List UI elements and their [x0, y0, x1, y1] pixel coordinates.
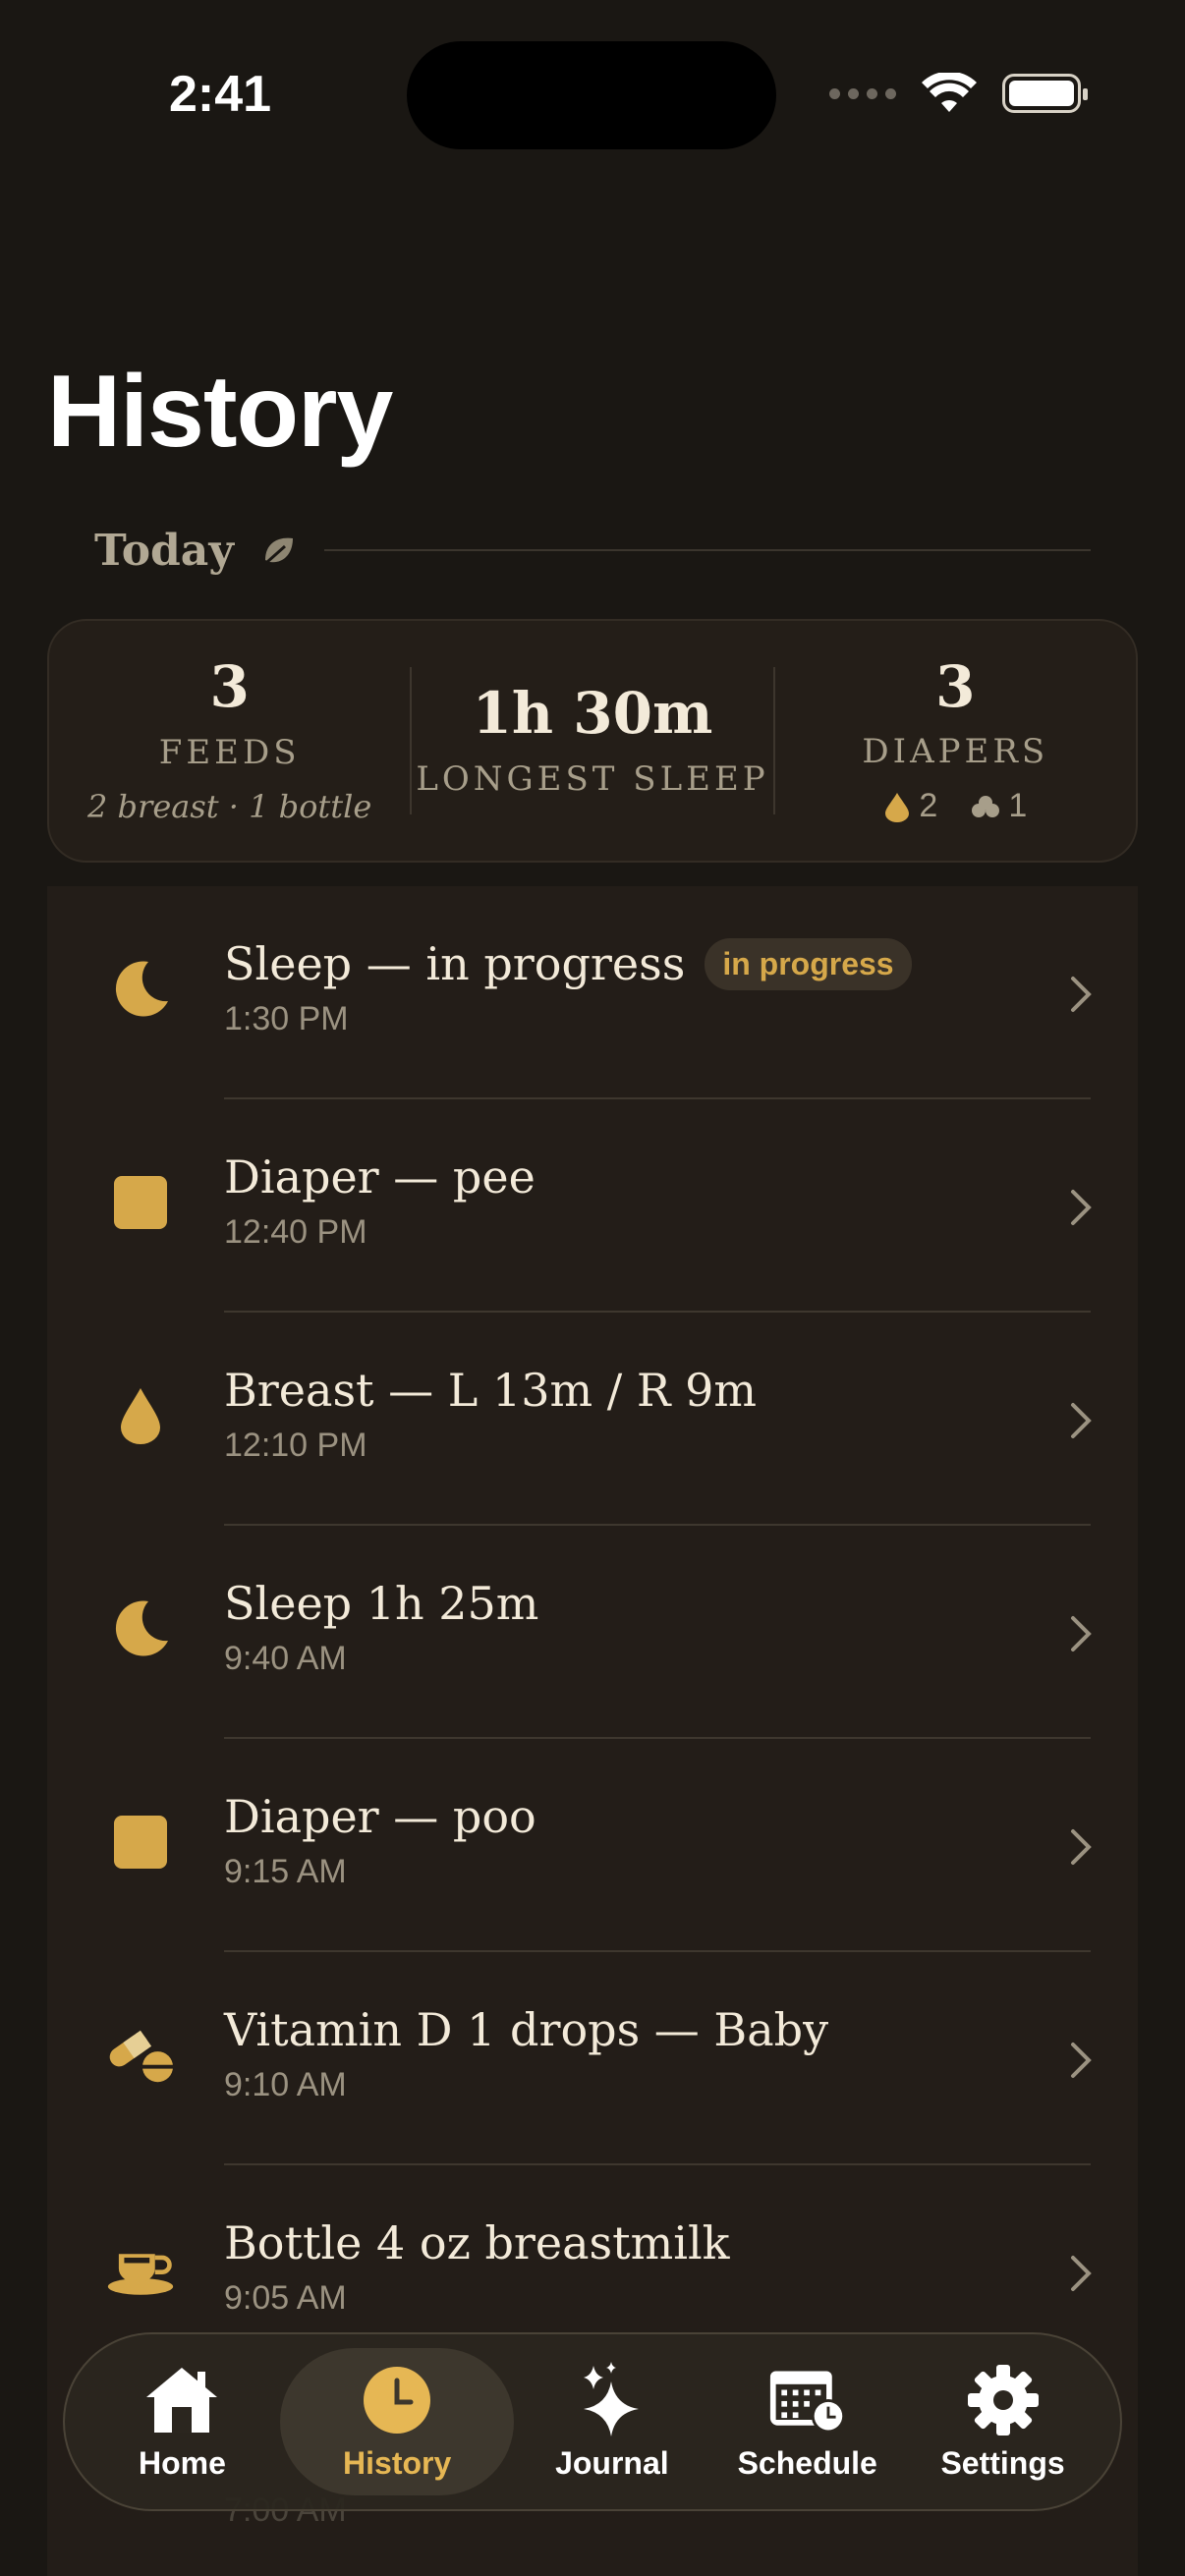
history-list: Sleep — in progress in progress 1:30 PM …: [47, 886, 1138, 2576]
list-item[interactable]: Breast — L 13m / R 9m 12:10 PM: [47, 1313, 1138, 1526]
section-divider: [323, 549, 1091, 551]
status-badge: in progress: [705, 937, 912, 990]
list-item[interactable]: Diaper — pee 12:40 PM: [47, 1099, 1138, 1313]
entry-title: Diaper — poo: [224, 1790, 536, 1843]
chevron-right-icon: [1071, 1616, 1092, 1652]
diapers-count: 3: [935, 652, 976, 720]
longest-sleep-label: LONGEST SLEEP: [416, 758, 769, 799]
entry-time: 12:40 PM: [224, 1213, 367, 1251]
tab-label: Journal: [555, 2444, 669, 2481]
entry-title: Diaper — pee: [224, 1150, 536, 1204]
status-bar: 2:41: [0, 0, 1185, 196]
status-time: 2:41: [169, 66, 272, 123]
entry-time: 9:05 AM: [224, 2279, 347, 2317]
section-header-today: Today: [94, 521, 1091, 580]
signal-icon: [829, 87, 896, 99]
tab-label: Schedule: [737, 2444, 877, 2481]
section-label: Today: [94, 525, 234, 576]
chevron-right-icon: [1071, 977, 1092, 1012]
tab-bar: Home History Journal Schedule Settings: [63, 2332, 1122, 2511]
tab-label: History: [343, 2444, 452, 2481]
tab-label: Home: [138, 2444, 226, 2481]
stat-feeds: 3 FEEDS 2 breast · 1 bottle: [49, 653, 410, 825]
diapers-breakdown: 2 1: [775, 787, 1136, 825]
calendar-clock-icon: [769, 2370, 845, 2433]
tab-journal[interactable]: Journal: [514, 2348, 709, 2495]
chevron-right-icon: [1071, 2043, 1092, 2078]
chevron-right-icon: [1071, 1190, 1092, 1225]
list-item[interactable]: Diaper — poo 9:15 AM: [47, 1739, 1138, 1952]
moon-icon: [115, 961, 168, 1017]
tab-label: Settings: [940, 2444, 1065, 2481]
entry-title: Sleep — in progress: [224, 937, 686, 990]
feeds-count: 3: [209, 653, 250, 721]
moon-icon: [115, 1600, 168, 1656]
battery-icon: [1002, 74, 1088, 113]
longest-sleep-value: 1h 30m: [472, 680, 713, 748]
tab-settings[interactable]: Settings: [905, 2348, 1100, 2495]
diapers-label: DIAPERS: [862, 732, 1049, 772]
entry-title: Vitamin D 1 drops — Baby: [224, 2003, 829, 2056]
entry-time: 9:15 AM: [224, 1853, 347, 1890]
chevron-right-icon: [1071, 1403, 1092, 1438]
entry-title: Bottle 4 oz breastmilk: [224, 2216, 730, 2269]
page-title: History: [47, 355, 393, 469]
clock-icon: [364, 2366, 431, 2434]
pills-icon: [109, 2030, 174, 2083]
summary-card[interactable]: 3 FEEDS 2 breast · 1 bottle 1h 30m LONGE…: [47, 619, 1138, 863]
diaper-icon: [114, 1176, 167, 1229]
cup-icon: [107, 2254, 174, 2295]
wifi-icon: [922, 73, 977, 112]
leaf-icon: [264, 537, 293, 564]
entry-title: Sleep 1h 25m: [224, 1577, 539, 1630]
list-item[interactable]: Sleep 1h 25m 9:40 AM: [47, 1526, 1138, 1739]
poo-icon: [972, 795, 1000, 817]
feeds-label: FEEDS: [158, 732, 301, 772]
pee-count: 2: [919, 787, 938, 825]
entry-time: 9:10 AM: [224, 2066, 347, 2103]
gear-icon: [967, 2364, 1039, 2436]
feeds-breakdown: 2 breast · 1 bottle: [87, 787, 372, 825]
sparkles-icon: [583, 2361, 639, 2436]
house-icon: [146, 2367, 218, 2433]
entry-time: 12:10 PM: [224, 1427, 367, 1464]
entry-time: 1:30 PM: [224, 1000, 349, 1037]
status-icons: [829, 73, 1088, 114]
droplet-icon: [885, 792, 910, 822]
poo-count: 1: [1008, 787, 1028, 825]
tab-schedule[interactable]: Schedule: [709, 2348, 905, 2495]
entry-title: Breast — L 13m / R 9m: [224, 1364, 757, 1417]
entry-time: 9:40 AM: [224, 1640, 347, 1677]
stat-diapers: 3 DIAPERS 2 1: [775, 652, 1136, 826]
dynamic-island: [407, 41, 776, 149]
tab-history[interactable]: History: [279, 2348, 515, 2495]
stat-longest-sleep: 1h 30m LONGEST SLEEP: [412, 680, 772, 799]
list-item[interactable]: Vitamin D 1 drops — Baby 9:10 AM: [47, 1952, 1138, 2165]
droplet-icon: [121, 1388, 160, 1444]
list-item[interactable]: Sleep — in progress in progress 1:30 PM: [47, 886, 1138, 1099]
chevron-right-icon: [1071, 1829, 1092, 1865]
diaper-icon: [114, 1816, 167, 1869]
tab-home[interactable]: Home: [85, 2348, 280, 2495]
chevron-right-icon: [1071, 2256, 1092, 2291]
